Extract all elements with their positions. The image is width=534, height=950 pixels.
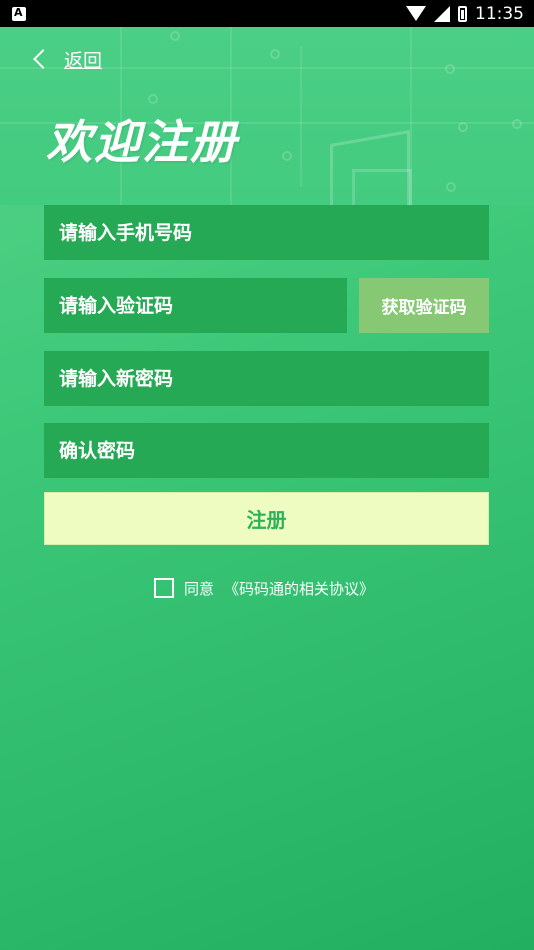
register-button[interactable]: 注册	[44, 492, 489, 545]
map-road	[300, 47, 302, 187]
back-label: 返回	[64, 49, 103, 72]
map-pin-icon	[512, 119, 522, 129]
agreement-row: 同意 《码码通的相关协议》	[154, 576, 374, 600]
confirm-password-field[interactable]	[44, 423, 489, 478]
code-input[interactable]	[59, 294, 347, 317]
map-pin-icon	[282, 151, 292, 161]
map-pin-icon	[446, 182, 456, 192]
status-bar: 11:35	[0, 0, 534, 27]
agree-label: 同意	[184, 579, 215, 598]
wifi-icon	[406, 6, 426, 21]
code-field[interactable]	[44, 278, 347, 333]
chevron-left-icon	[33, 49, 53, 69]
new-password-field[interactable]	[44, 351, 489, 406]
status-time: 11:35	[475, 3, 524, 24]
get-code-button[interactable]: 获取验证码	[359, 278, 489, 333]
signal-icon	[434, 5, 450, 22]
phone-field[interactable]	[44, 205, 489, 260]
map-pin-icon	[148, 94, 158, 104]
map-pin-icon	[458, 122, 468, 132]
map-pin-icon	[445, 64, 455, 74]
confirm-password-input[interactable]	[59, 439, 489, 462]
map-pin-icon	[270, 49, 280, 59]
phone-input[interactable]	[59, 221, 489, 244]
status-right: 11:35	[406, 4, 524, 24]
map-pin-icon	[170, 31, 180, 41]
agreement-link[interactable]: 《码码通的相关协议》	[224, 578, 374, 599]
building-grid-icon	[352, 169, 412, 205]
agree-checkbox[interactable]	[154, 578, 174, 598]
notification-icon	[12, 6, 26, 21]
back-button[interactable]: 返回	[30, 44, 102, 74]
battery-icon	[458, 5, 467, 22]
page-title: 欢迎注册	[46, 115, 238, 169]
new-password-input[interactable]	[59, 367, 489, 390]
